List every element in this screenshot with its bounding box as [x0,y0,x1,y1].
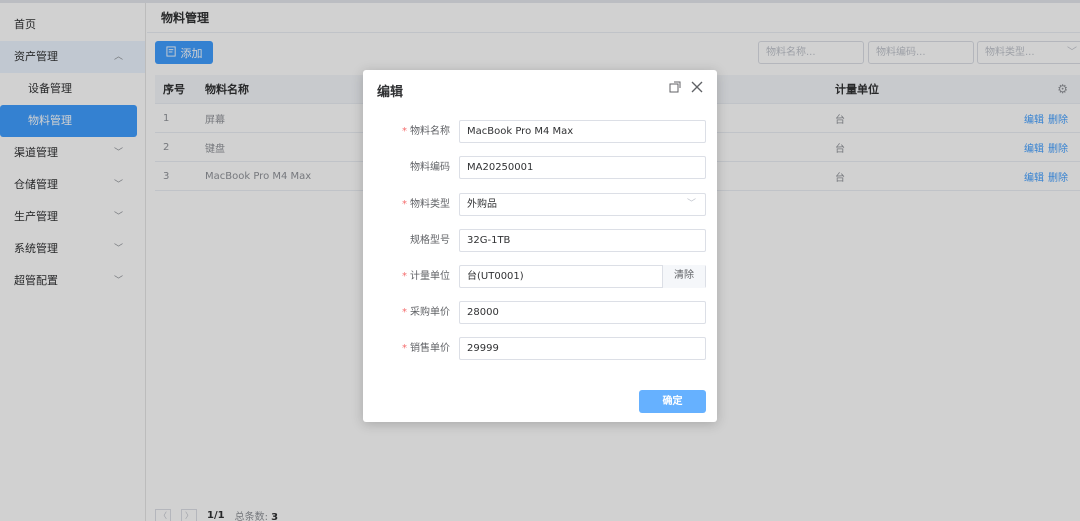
field-label-text: 物料类型 [410,199,450,210]
close-icon[interactable] [691,81,703,97]
clear-button[interactable]: 清除 [662,265,705,288]
field-label: * 销售单价 [402,337,450,360]
dialog-header-actions [669,81,703,97]
field-label-text: 采购单价 [410,307,450,318]
field-label: * 物料名称 [402,120,450,143]
required-mark: * [402,307,407,318]
purchase-price-input[interactable]: 28000 [459,301,706,324]
required-mark: * [402,199,407,210]
edit-dialog: 编辑 * 物料名称 MacBook Pro M4 Max 物料编码 MA20250… [363,70,717,422]
form-row-sale-price: * 销售单价 29999 [363,337,717,360]
field-label: 物料编码 [410,162,450,173]
unit-value: 台(UT0001) [467,271,524,282]
confirm-button[interactable]: 确定 [639,390,706,413]
field-label-text: 物料名称 [410,126,450,137]
required-mark: * [402,126,407,137]
material-type-select[interactable]: 外购品 ﹀ [459,193,706,216]
field-label-text: 计量单位 [410,271,450,282]
field-label: * 物料类型 [402,193,450,216]
form-row-spec-model: 规格型号 32G-1TB [363,229,717,252]
form-row-material-type: * 物料类型 外购品 ﹀ [363,193,717,216]
material-type-value: 外购品 [467,199,497,210]
field-label-text: 销售单价 [410,343,450,354]
form-row-material-name: * 物料名称 MacBook Pro M4 Max [363,120,717,143]
field-label: 规格型号 [410,235,450,246]
material-name-input[interactable]: MacBook Pro M4 Max [459,120,706,143]
material-code-input[interactable]: MA20250001 [459,156,706,179]
spec-model-input[interactable]: 32G-1TB [459,229,706,252]
form-row-material-code: 物料编码 MA20250001 [363,156,717,179]
maximize-icon[interactable] [669,81,681,97]
form-row-purchase-price: * 采购单价 28000 [363,301,717,324]
dialog-title: 编辑 [377,85,404,100]
unit-input[interactable]: 台(UT0001) 清除 [459,265,706,288]
field-label: * 采购单价 [402,301,450,324]
form-row-unit: * 计量单位 台(UT0001) 清除 [363,265,717,288]
required-mark: * [402,343,407,354]
required-mark: * [402,271,407,282]
chevron-down-icon: ﹀ [686,199,696,209]
field-label: * 计量单位 [402,265,450,288]
sale-price-input[interactable]: 29999 [459,337,706,360]
